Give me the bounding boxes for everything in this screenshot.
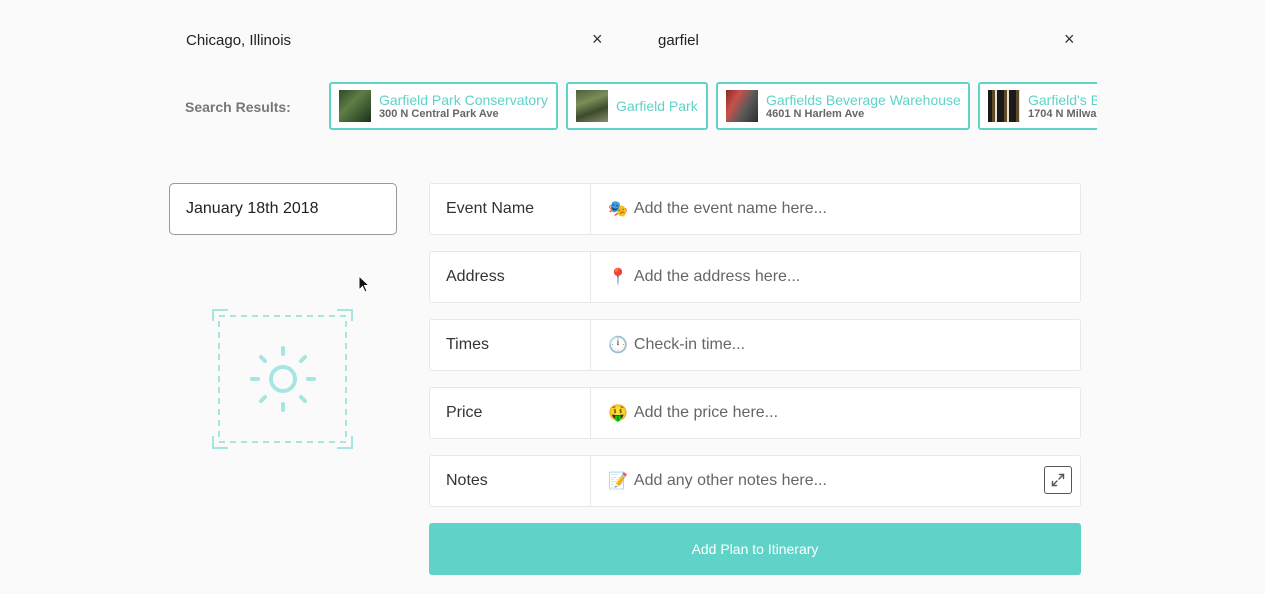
result-thumbnail: [576, 90, 608, 122]
notes-placeholder: Add any other notes here...: [633, 472, 827, 489]
result-address: 1704 N Milwaukee Ave: [1028, 107, 1097, 120]
money-face-icon: 🤑: [608, 405, 628, 422]
result-address: 300 N Central Park Ave: [379, 107, 499, 120]
place-search-input[interactable]: garfiel: [658, 32, 699, 49]
memo-icon: 📝: [608, 473, 628, 490]
masks-icon: 🎭: [608, 201, 628, 218]
event-name-row: Event Name 🎭 Add the event name here...: [429, 183, 1081, 235]
location-search[interactable]: Chicago, Illinois ×: [186, 20, 616, 60]
price-field[interactable]: 🤑 Add the price here...: [591, 388, 1080, 438]
result-thumbnail: [726, 90, 758, 122]
times-label: Times: [430, 320, 591, 370]
date-value: January 18th 2018: [186, 200, 319, 217]
result-thumbnail: [339, 90, 371, 122]
date-picker[interactable]: January 18th 2018: [169, 183, 397, 235]
event-name-label: Event Name: [430, 184, 591, 234]
expand-icon: [1051, 473, 1065, 487]
close-icon[interactable]: ×: [1064, 30, 1075, 48]
times-placeholder: Check-in time...: [633, 336, 746, 353]
notes-label: Notes: [430, 456, 591, 506]
result-card[interactable]: Garfield Park: [566, 82, 708, 130]
times-field[interactable]: 🕛 Check-in time...: [591, 320, 1080, 370]
address-row: Address 📍 Add the address here...: [429, 251, 1081, 303]
result-name: Garfields Beverage Warehouse: [766, 91, 961, 108]
plan-form: Event Name 🎭 Add the event name here... …: [429, 183, 1081, 523]
notes-field[interactable]: 📝 Add any other notes here...: [591, 456, 1080, 506]
result-address: 4601 N Harlem Ave: [766, 107, 865, 120]
close-icon[interactable]: ×: [592, 30, 603, 48]
place-search[interactable]: garfiel ×: [658, 20, 1078, 60]
location-search-input[interactable]: Chicago, Illinois: [186, 32, 291, 49]
add-plan-button[interactable]: Add Plan to Itinerary: [429, 523, 1081, 575]
expand-notes-button[interactable]: [1044, 466, 1072, 494]
page: Chicago, Illinois × garfiel × Search Res…: [0, 0, 1265, 594]
event-name-placeholder: Add the event name here...: [633, 200, 827, 217]
price-placeholder: Add the price here...: [633, 404, 779, 421]
price-row: Price 🤑 Add the price here...: [429, 387, 1081, 439]
image-dropzone[interactable]: [212, 309, 353, 449]
times-row: Times 🕛 Check-in time...: [429, 319, 1081, 371]
address-label: Address: [430, 252, 591, 302]
result-card[interactable]: Garfields Beverage Warehouse 4601 N Harl…: [716, 82, 970, 130]
event-name-field[interactable]: 🎭 Add the event name here...: [591, 184, 1080, 234]
result-card[interactable]: Garfield Park Conservatory 300 N Central…: [329, 82, 558, 130]
result-card[interactable]: Garfield's Beverage Warehouse 1704 N Mil…: [978, 82, 1097, 130]
result-name: Garfield's Beverage Warehouse: [1028, 91, 1097, 108]
clock-icon: 🕛: [608, 337, 628, 354]
search-results-list[interactable]: Garfield Park Conservatory 300 N Central…: [329, 82, 1097, 134]
price-label: Price: [430, 388, 591, 438]
result-thumbnail: [988, 90, 1020, 122]
sun-icon: [250, 346, 316, 412]
address-placeholder: Add the address here...: [633, 268, 801, 285]
result-name: Garfield Park Conservatory: [379, 91, 548, 108]
address-field[interactable]: 📍 Add the address here...: [591, 252, 1080, 302]
mouse-pointer-icon: [358, 275, 371, 293]
pin-icon: 📍: [608, 269, 628, 286]
search-results-label: Search Results:: [185, 99, 291, 115]
result-name: Garfield Park: [616, 98, 698, 114]
notes-row: Notes 📝 Add any other notes here...: [429, 455, 1081, 507]
